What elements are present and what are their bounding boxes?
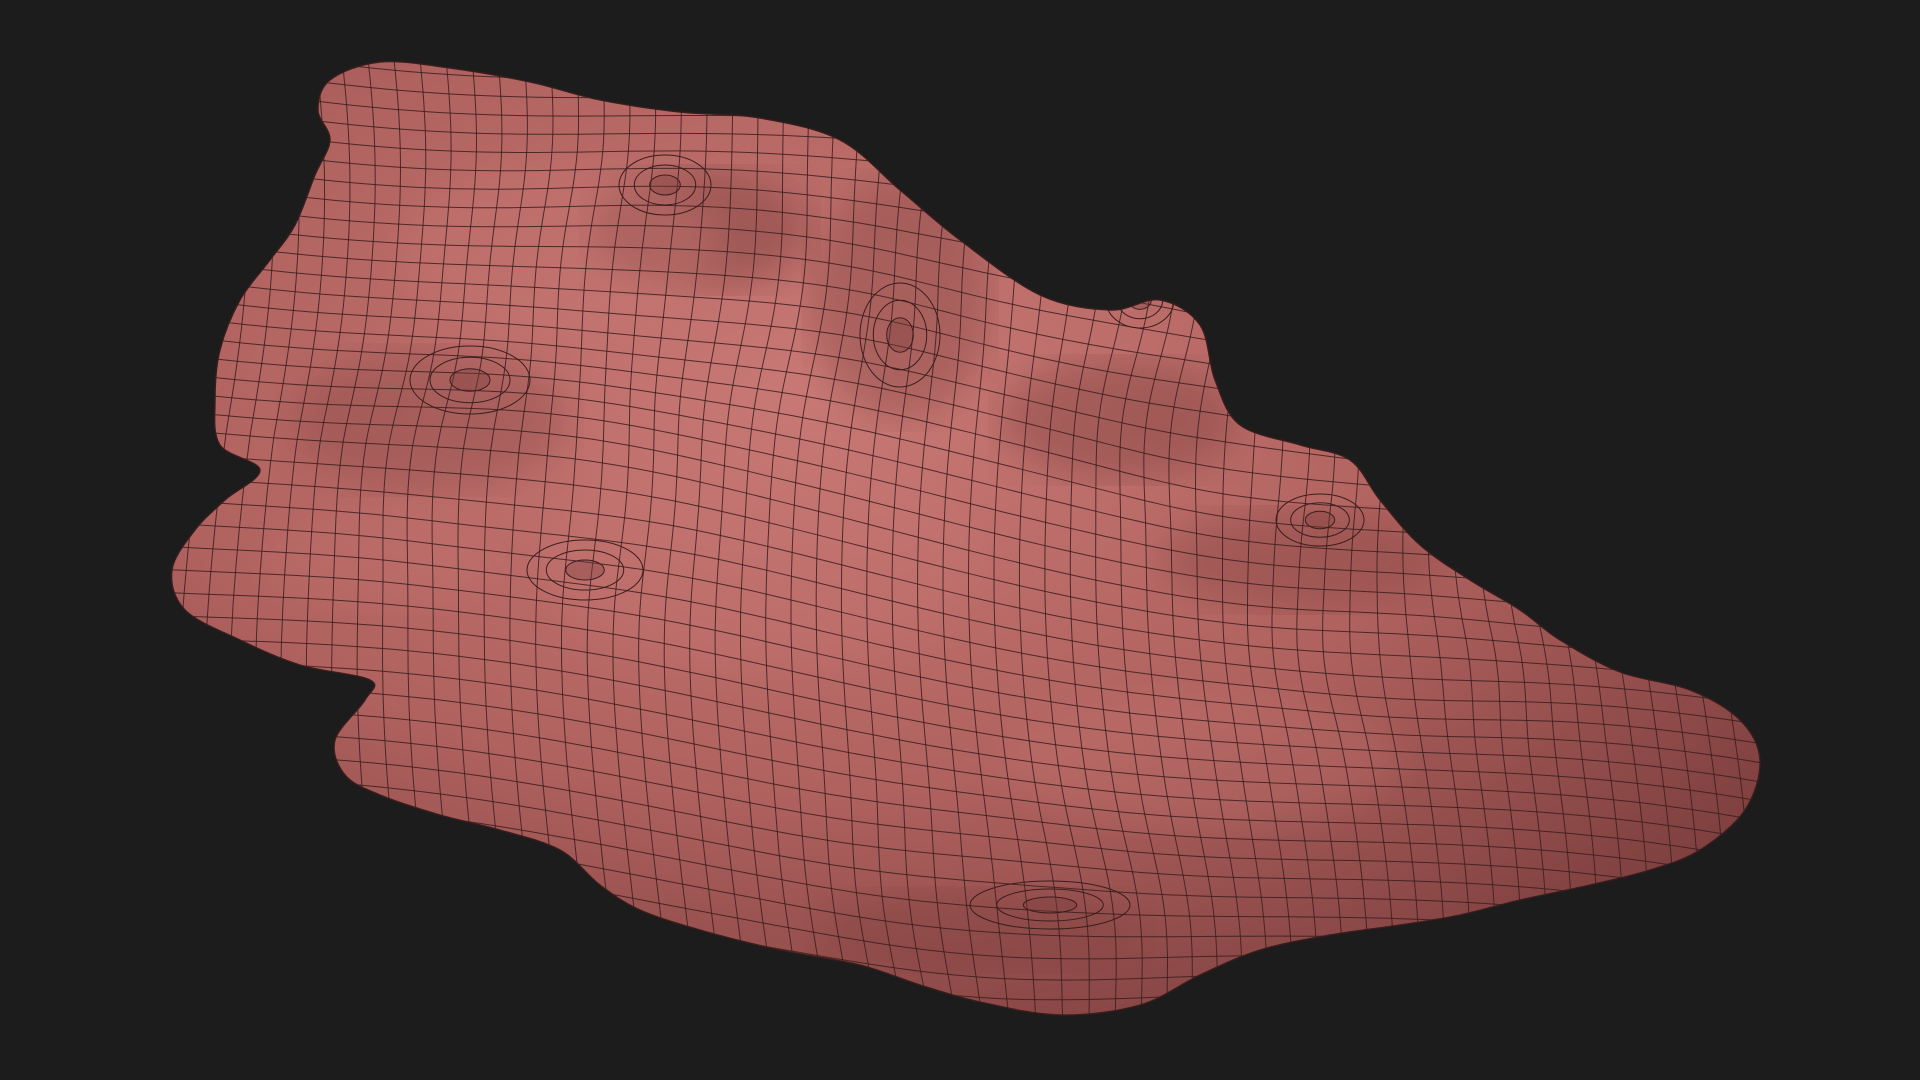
wire-edge [1655, 111, 1701, 1016]
dent-ring [1304, 510, 1336, 530]
mesh-render [170, 60, 1761, 1016]
dent-ring [565, 559, 605, 581]
3d-viewport[interactable] [0, 0, 1920, 1080]
wire-edge [203, 61, 249, 964]
wire-edge [1553, 106, 1599, 1016]
wire-edge [1706, 112, 1752, 1016]
wire-edge [1528, 104, 1574, 1016]
dent-ring [1022, 896, 1078, 914]
wire-edge [1604, 109, 1650, 1016]
dent-ring [886, 317, 914, 353]
wire-edge [178, 61, 224, 963]
wire-edge [1681, 112, 1727, 1016]
wire-edge [1579, 108, 1625, 1016]
wire-edge [1503, 102, 1548, 1016]
mesh-object [170, 60, 1761, 1016]
wire-edge [1477, 99, 1523, 1016]
shading-blob [820, 890, 1140, 970]
wire-edge [171, 61, 199, 962]
wire-edge [171, 61, 173, 962]
wire-edge [1630, 111, 1676, 1016]
wire-edge [1732, 112, 1761, 1016]
wire-edge [1757, 112, 1761, 1016]
dent-ring [649, 174, 681, 196]
dent-ring [449, 368, 491, 392]
